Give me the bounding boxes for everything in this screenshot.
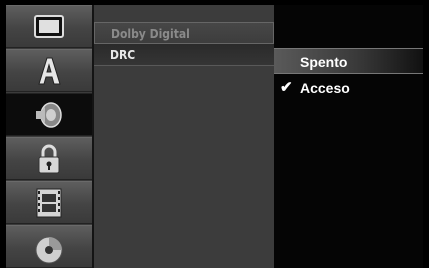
audio-speaker-icon [36, 101, 62, 128]
sidebar-item-language[interactable] [6, 49, 92, 92]
setup-menu-screen: Dolby Digital DRC Spento ✔ Acceso [0, 0, 429, 268]
padlock-icon [38, 144, 60, 173]
checkmark-icon: ✔ [280, 79, 293, 96]
option-spento[interactable]: Spento [274, 48, 423, 74]
options-panel [274, 5, 423, 268]
tv-screen-icon [34, 14, 64, 38]
option-label: Acceso [300, 80, 350, 96]
language-a-icon [38, 57, 61, 84]
disc-icon [35, 236, 63, 263]
film-icon [36, 188, 62, 217]
menu-item-dolby-digital[interactable]: Dolby Digital [94, 22, 274, 44]
sidebar-item-lock[interactable] [6, 137, 92, 180]
menu-item-drc[interactable]: DRC [94, 44, 274, 66]
option-label: Spento [300, 54, 348, 70]
sidebar-item-film[interactable] [6, 181, 92, 224]
sidebar-item-display[interactable] [6, 5, 92, 48]
sidebar-item-audio[interactable] [6, 93, 92, 136]
option-acceso[interactable]: ✔ Acceso [274, 75, 423, 101]
sidebar-item-disc[interactable] [6, 225, 92, 268]
